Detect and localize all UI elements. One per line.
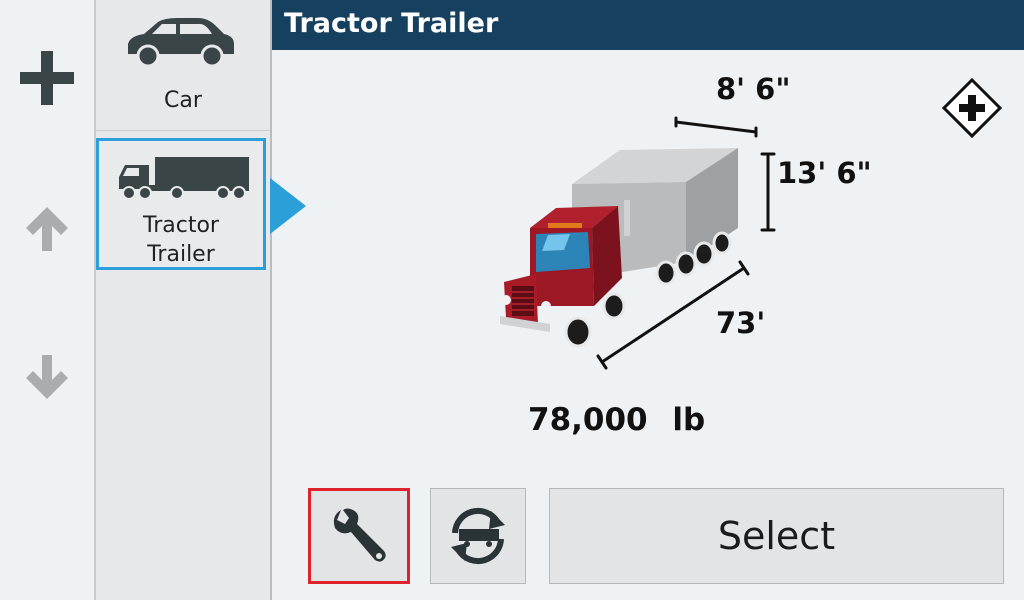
arrow-up-icon (26, 207, 68, 251)
selection-pointer (270, 178, 306, 234)
width-label: 8' 6" (716, 72, 791, 106)
wrench-icon (333, 508, 386, 562)
profile-item-tractor-trailer[interactable]: Tractor Trailer (96, 138, 266, 270)
length-label: 73' (716, 306, 766, 340)
arrow-down-icon (26, 355, 68, 399)
tractor-trailer-icon (119, 157, 249, 200)
plus-icon (20, 51, 74, 105)
select-button[interactable]: Select (549, 488, 1004, 584)
scroll-down-button[interactable] (0, 350, 94, 406)
vehicle-profile-list: Car Tractor Trailer (96, 0, 272, 600)
swap-trailer-button[interactable] (430, 488, 526, 584)
title-bar: Tractor Trailer (272, 0, 1024, 50)
profile-label-line2: Trailer (147, 242, 215, 267)
profile-item-car[interactable]: Car (96, 0, 270, 131)
weight-label: 78,000 lb (528, 402, 706, 438)
profile-label-car: Car (164, 88, 202, 113)
scroll-up-button[interactable] (0, 200, 94, 256)
settings-button[interactable] (308, 488, 410, 584)
trailer-swap-icon (451, 507, 505, 565)
car-icon (128, 18, 234, 68)
profile-label-tractor-trailer: Tractor Trailer (99, 211, 263, 269)
left-nav (0, 0, 96, 600)
height-label: 13' 6" (777, 156, 872, 190)
page-title: Tractor Trailer (284, 8, 499, 39)
diamond-plus-icon (941, 77, 1003, 139)
profile-label-line1: Tractor (143, 213, 219, 238)
add-trailer-button[interactable] (941, 77, 1003, 142)
add-button[interactable] (0, 48, 94, 108)
